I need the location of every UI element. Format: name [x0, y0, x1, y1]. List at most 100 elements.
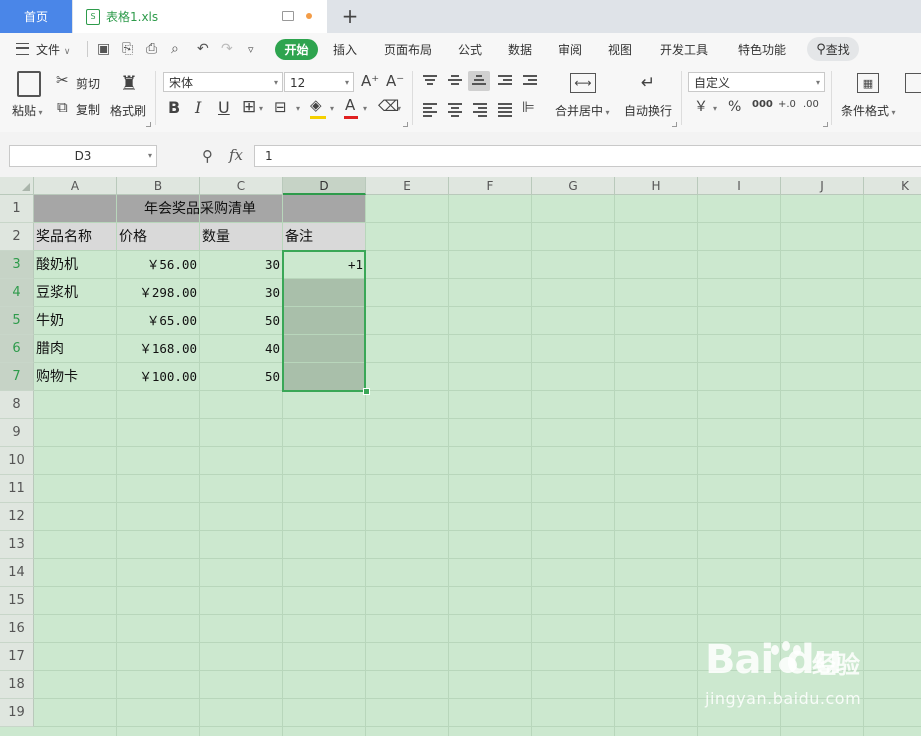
chevron-down-icon[interactable]: ▾: [363, 105, 367, 113]
align-center-icon[interactable]: [448, 103, 462, 117]
scissors-icon[interactable]: ✂: [56, 73, 69, 88]
select-all-corner[interactable]: [0, 177, 34, 195]
chevron-down-icon[interactable]: ▾: [296, 105, 300, 113]
column-header-a[interactable]: A: [34, 177, 117, 195]
shrink-font-icon[interactable]: A⁻: [386, 74, 404, 89]
row-header-19[interactable]: 19: [0, 699, 34, 727]
menu-tab-special[interactable]: 特色功能: [738, 41, 786, 58]
row-header-18[interactable]: 18: [0, 671, 34, 699]
table-cell-price[interactable]: ￥298.00: [117, 279, 199, 306]
row-header-7[interactable]: 7: [0, 363, 34, 391]
customize-dropdown-icon[interactable]: ▿: [248, 43, 254, 56]
merge-center-button[interactable]: 合并居中 ▾: [555, 102, 610, 119]
column-header-f[interactable]: F: [449, 177, 532, 195]
menu-tab-developer[interactable]: 开发工具: [660, 41, 708, 58]
menu-tab-data[interactable]: 数据: [508, 41, 532, 58]
column-header-c[interactable]: C: [200, 177, 283, 195]
distribute-icon[interactable]: ⊫: [522, 100, 535, 115]
column-header-b[interactable]: B: [117, 177, 200, 195]
table-cell-name[interactable]: 购物卡: [34, 363, 116, 390]
table-cell-name[interactable]: 腊肉: [34, 335, 116, 362]
format-painter-button[interactable]: 格式刷: [110, 102, 146, 119]
borders-icon[interactable]: ⊞: [242, 99, 256, 116]
file-tab[interactable]: S 表格1.xls: [73, 0, 327, 33]
row-header-15[interactable]: 15: [0, 587, 34, 615]
font-size-select[interactable]: 12 ▾: [284, 72, 354, 92]
print-preview-icon[interactable]: ⌕: [171, 41, 179, 57]
grow-font-icon[interactable]: A⁺: [361, 74, 379, 89]
menu-tab-insert[interactable]: 插入: [333, 41, 357, 58]
thousands-separator-icon[interactable]: 000: [752, 100, 773, 110]
row-header-3[interactable]: 3: [0, 251, 34, 279]
fill-color-icon[interactable]: ◈: [310, 98, 322, 113]
align-right-icon[interactable]: [473, 103, 487, 117]
column-header-i[interactable]: I: [698, 177, 781, 195]
table-cell-note[interactable]: [283, 279, 365, 306]
header-cell-qty[interactable]: 数量: [200, 223, 282, 250]
column-header-e[interactable]: E: [366, 177, 449, 195]
row-header-4[interactable]: 4: [0, 279, 34, 307]
font-launcher-icon[interactable]: [403, 122, 408, 127]
number-launcher-icon[interactable]: [823, 122, 828, 127]
paste-button[interactable]: 粘贴 ▾: [12, 102, 43, 119]
percent-icon[interactable]: %: [728, 100, 741, 114]
row-header-1[interactable]: 1: [0, 195, 34, 223]
column-header-g[interactable]: G: [532, 177, 615, 195]
conditional-format-icon[interactable]: ▦: [857, 73, 879, 93]
table-cell-price[interactable]: ￥56.00: [117, 251, 199, 278]
insert-function-button[interactable]: fx: [229, 146, 243, 164]
decrease-decimal-icon[interactable]: .00: [803, 100, 819, 110]
export-icon[interactable]: ⎘: [122, 41, 133, 57]
search-button[interactable]: ⚲ 查找: [807, 37, 859, 61]
align-left-icon[interactable]: [423, 103, 437, 117]
table-cell-note[interactable]: [283, 307, 365, 334]
home-tab[interactable]: 首页: [0, 0, 72, 33]
wrap-text-icon[interactable]: ↵: [636, 73, 660, 93]
italic-button[interactable]: I: [195, 100, 201, 116]
menu-tab-review[interactable]: 审阅: [558, 41, 582, 58]
format-painter-icon[interactable]: ♜: [119, 71, 139, 95]
sheet-title[interactable]: 年会奖品采购清单: [34, 195, 366, 222]
table-cell-price[interactable]: ￥100.00: [117, 363, 199, 390]
copy-icon[interactable]: ⧉: [57, 100, 68, 115]
font-name-select[interactable]: 宋体 ▾: [163, 72, 283, 92]
name-box[interactable]: D3 ▾: [9, 145, 157, 167]
table-cell-name[interactable]: 酸奶机: [34, 251, 116, 278]
font-color-icon[interactable]: A: [345, 98, 355, 113]
conditional-format-button[interactable]: 条件格式 ▾: [841, 102, 896, 119]
cell-style-icon[interactable]: ⊟: [274, 100, 287, 115]
chevron-down-icon[interactable]: ▾: [397, 105, 401, 113]
decrease-indent-icon[interactable]: [498, 75, 512, 87]
menu-tab-formula[interactable]: 公式: [458, 41, 482, 58]
number-format-select[interactable]: 自定义 ▾: [688, 72, 825, 92]
increase-decimal-icon[interactable]: +.0: [778, 100, 796, 110]
column-header-d[interactable]: D: [283, 177, 366, 195]
align-top-icon[interactable]: [423, 75, 437, 87]
bold-button[interactable]: B: [168, 100, 180, 116]
menu-tab-view[interactable]: 视图: [608, 41, 632, 58]
currency-icon[interactable]: ￥: [694, 100, 708, 114]
hamburger-icon[interactable]: [16, 43, 29, 55]
row-header-12[interactable]: 12: [0, 503, 34, 531]
row-header-8[interactable]: 8: [0, 391, 34, 419]
column-header-h[interactable]: H: [615, 177, 698, 195]
monitor-icon[interactable]: [282, 11, 294, 21]
header-cell-name[interactable]: 奖品名称: [34, 223, 116, 250]
justify-icon[interactable]: [498, 103, 512, 117]
file-menu[interactable]: 文件 ∨: [36, 41, 70, 58]
table-cell-name[interactable]: 豆浆机: [34, 279, 116, 306]
table-cell-qty[interactable]: 30: [200, 279, 282, 306]
save-icon[interactable]: ▣: [97, 41, 110, 57]
table-cell-note[interactable]: [283, 335, 365, 362]
increase-indent-icon[interactable]: [523, 75, 537, 87]
chevron-down-icon[interactable]: ▾: [259, 105, 263, 113]
menu-tab-start[interactable]: 开始: [275, 39, 318, 60]
menu-tab-page-layout[interactable]: 页面布局: [384, 41, 432, 58]
table-cell-name[interactable]: 牛奶: [34, 307, 116, 334]
header-cell-note[interactable]: 备注: [283, 223, 365, 250]
row-header-17[interactable]: 17: [0, 643, 34, 671]
row-header-5[interactable]: 5: [0, 307, 34, 335]
table-cell-price[interactable]: ￥65.00: [117, 307, 199, 334]
wrap-text-button[interactable]: 自动换行: [624, 102, 672, 119]
row-header-14[interactable]: 14: [0, 559, 34, 587]
